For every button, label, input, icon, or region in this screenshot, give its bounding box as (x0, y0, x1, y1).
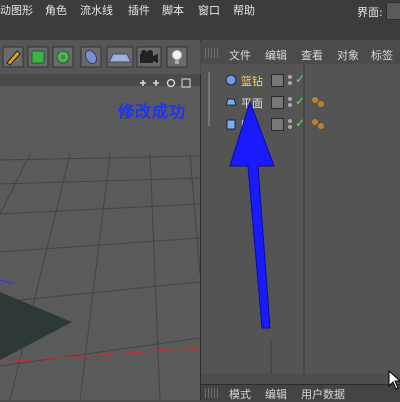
menu-item-pipeline[interactable]: 流水线 (80, 4, 113, 18)
attribute-manager-menu: 模式 编辑 用户数据 (201, 384, 400, 401)
3d-viewport[interactable] (0, 74, 201, 400)
pen-icon[interactable] (2, 46, 24, 68)
plane-object[interactable] (0, 292, 72, 360)
list-item[interactable]: 圆 ✓ (207, 116, 397, 132)
enabled-check-icon[interactable]: ✓ (295, 116, 305, 130)
menu-item-help[interactable]: 帮助 (233, 4, 255, 18)
menu-bar: 动图形 角色 流水线 插件 脚本 窗口 帮助 界面: (0, 0, 400, 41)
object-name[interactable]: 平面 (241, 95, 263, 111)
layout-label: 界面: (357, 6, 383, 19)
layer-toggle[interactable] (271, 96, 284, 109)
annotation-label: 修改成功 (118, 102, 187, 121)
list-item[interactable]: 平面 ✓ (207, 94, 397, 110)
visibility-dots-icon[interactable] (287, 96, 293, 108)
panel-grip-icon[interactable] (205, 48, 219, 58)
tab-view[interactable]: 查看 (301, 47, 323, 63)
layer-toggle[interactable] (271, 74, 284, 87)
menu-item-character[interactable]: 角色 (45, 4, 67, 18)
main-toolbar (0, 40, 200, 75)
viewport-grid (0, 153, 200, 400)
tab-tags[interactable]: 标签 (371, 47, 393, 63)
menu-item-mograph[interactable]: 动图形 (0, 4, 33, 18)
mouse-cursor-icon (388, 370, 400, 390)
menu-item-plugins[interactable]: 插件 (128, 4, 150, 18)
enabled-check-icon[interactable]: ✓ (295, 72, 305, 86)
menu-item-script[interactable]: 脚本 (162, 4, 184, 18)
camera-icon[interactable] (136, 46, 162, 68)
object-name[interactable]: 圆 (241, 117, 252, 133)
object-manager: 文件 编辑 查看 对象 标签 篮钻 ✓ 平面 ✓ 圆 ✓ 模式 编辑 用户数据 (201, 40, 400, 401)
floor-icon[interactable] (106, 46, 134, 68)
panel-grip-icon[interactable] (205, 388, 219, 398)
cylinder-object-icon (226, 119, 236, 130)
menu-item-window[interactable]: 窗口 (198, 4, 220, 18)
object-manager-menu: 文件 编辑 查看 对象 标签 (201, 42, 400, 65)
material-tag-icon[interactable] (311, 96, 325, 108)
visibility-dots-icon[interactable] (287, 74, 293, 86)
light-icon[interactable] (166, 46, 188, 68)
sphere-object-icon (225, 74, 237, 86)
cube-icon[interactable] (27, 46, 49, 68)
object-list: 篮钻 ✓ 平面 ✓ 圆 ✓ (201, 64, 400, 374)
gear-cluster-icon[interactable] (52, 46, 74, 68)
layer-toggle[interactable] (271, 118, 284, 131)
list-item[interactable]: 篮钻 ✓ (207, 72, 397, 88)
tab-file[interactable]: 文件 (229, 47, 251, 63)
material-tag-icon[interactable] (311, 118, 325, 130)
layout-dropdown[interactable] (386, 2, 400, 20)
tab-edit[interactable]: 编辑 (265, 47, 287, 63)
enabled-check-icon[interactable]: ✓ (295, 94, 305, 108)
plane-object-icon (225, 98, 237, 106)
object-name[interactable]: 篮钻 (241, 73, 263, 89)
tab-object[interactable]: 对象 (337, 47, 359, 63)
capsule-icon[interactable] (80, 46, 102, 68)
visibility-dots-icon[interactable] (287, 118, 293, 130)
